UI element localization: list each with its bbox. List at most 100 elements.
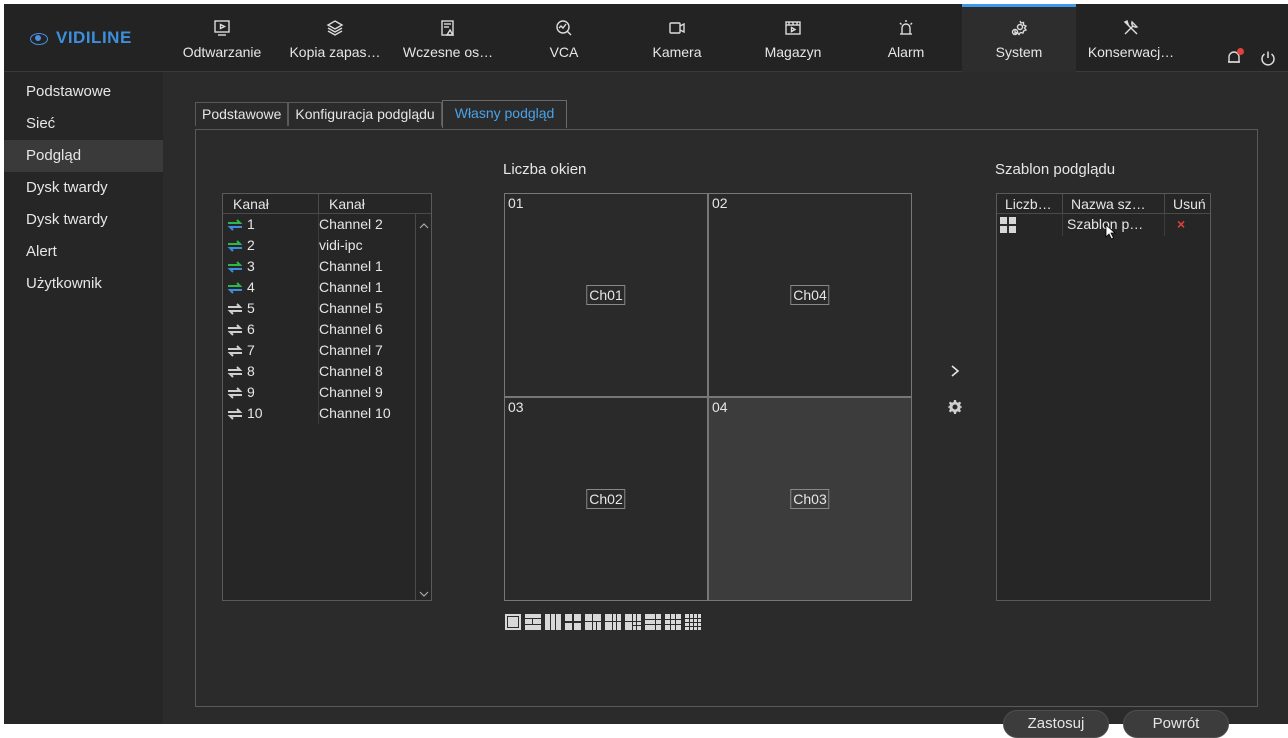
channel-offline-icon — [227, 323, 243, 336]
window-channel-label: Ch02 — [586, 489, 626, 509]
nav-item-system[interactable]: System — [962, 4, 1076, 72]
sidebar-item-alert[interactable]: Alert — [4, 236, 163, 268]
table-row[interactable]: 6 Channel 6 — [223, 319, 431, 340]
channel-online-icon — [227, 281, 243, 294]
preview-window[interactable]: 03 Ch02 — [504, 397, 708, 601]
layout-5-icon[interactable] — [585, 614, 601, 630]
tab-bar: Podstawowe Konfiguracja podglądu Własny … — [195, 100, 568, 130]
layout-6-icon[interactable] — [605, 614, 621, 630]
nav-item-label: Magazyn — [764, 44, 822, 60]
tab-basic[interactable]: Podstawowe — [195, 102, 289, 126]
preview-grid: 01 Ch01 02 Ch04 03 Ch02 04 Ch03 — [504, 193, 912, 601]
window-channel-label: Ch04 — [790, 285, 830, 305]
nav-item-alarm[interactable]: Alarm — [876, 4, 936, 72]
layout-3-icon[interactable] — [545, 614, 561, 630]
column-header[interactable]: Liczb… — [997, 194, 1063, 213]
layout-9-icon[interactable] — [665, 614, 681, 630]
column-header[interactable]: Kanał — [319, 194, 365, 213]
layout-selector — [505, 614, 701, 630]
layout-16-icon[interactable] — [685, 614, 701, 630]
nav-item-maintenance[interactable]: Konserwacj… — [1076, 4, 1186, 72]
layout-1-icon[interactable] — [505, 614, 521, 630]
table-row[interactable]: 3 Channel 1 — [223, 256, 431, 277]
back-button[interactable]: Powrót — [1123, 710, 1229, 738]
tab-custom-preview[interactable]: Własny podgląd — [441, 100, 568, 128]
table-row[interactable]: 8 Channel 8 — [223, 361, 431, 382]
nav-item-vca[interactable]: VCA — [534, 4, 594, 72]
channel-list-table: Kanał Kanał 1 Channel 2 2 vidi-ipc 3 Channel … — [222, 193, 432, 601]
channel-number-cell: 5 — [223, 298, 319, 319]
table-row[interactable]: 10 Channel 10 — [223, 403, 431, 424]
nav-item-playback[interactable]: Odtwarzanie — [176, 4, 268, 72]
layout-4-icon[interactable] — [565, 614, 581, 630]
main-content: Podstawowe Konfiguracja podglądu Własny … — [163, 72, 1288, 738]
channel-number: 10 — [247, 405, 263, 421]
channel-number: 7 — [247, 342, 255, 358]
channel-offline-icon — [227, 407, 243, 420]
chevron-right-icon — [951, 365, 960, 377]
scroll-up-icon[interactable] — [419, 218, 429, 229]
column-header[interactable]: Usuń — [1165, 194, 1210, 213]
table-row[interactable]: 9 Channel 9 — [223, 382, 431, 403]
nav-item-early-warning[interactable]: Wczesne os… — [394, 4, 502, 72]
channel-number-cell: 7 — [223, 340, 319, 361]
column-header[interactable]: Nazwa sz… — [1063, 194, 1165, 213]
channel-online-icon — [227, 260, 243, 273]
delete-icon[interactable]: × — [1165, 214, 1210, 236]
nav-item-label: Alarm — [887, 44, 925, 60]
window-number: 04 — [712, 399, 728, 415]
channel-number-cell: 4 — [223, 277, 319, 298]
nav-item-camera[interactable]: Kamera — [642, 4, 712, 72]
channel-number-cell: 6 — [223, 319, 319, 340]
warning-doc-icon — [438, 18, 458, 38]
channel-offline-icon — [227, 365, 243, 378]
notification-bell-icon[interactable] — [1226, 48, 1244, 66]
nav-item-backup[interactable]: Kopia zapas… — [280, 4, 390, 72]
preview-window[interactable]: 01 Ch01 — [504, 193, 708, 397]
layout-2-icon[interactable] — [525, 614, 541, 630]
table-row[interactable]: 5 Channel 5 — [223, 298, 431, 319]
channel-number: 6 — [247, 321, 255, 337]
table-row[interactable]: 2 vidi-ipc — [223, 235, 431, 256]
scroll-down-icon[interactable] — [419, 586, 429, 597]
save-template-arrow-button[interactable] — [948, 363, 962, 379]
channel-number: 8 — [247, 363, 255, 379]
table-header: Liczb… Nazwa sz… Usuń — [997, 194, 1210, 214]
preview-window-selected[interactable]: 04 Ch03 — [708, 397, 912, 601]
channel-name: Channel 9 — [319, 384, 383, 400]
column-header[interactable]: Kanał — [223, 194, 319, 213]
sidebar-item-user[interactable]: Użytkownik — [4, 268, 163, 300]
template-table: Liczb… Nazwa sz… Usuń Szablon p… × — [996, 193, 1211, 601]
dvr-screen: VIDILINE Odtwarzanie Kopia zapas… Wczesn… — [4, 4, 1288, 738]
layout-8-icon[interactable] — [645, 614, 661, 630]
channel-scrollbar[interactable] — [415, 214, 431, 600]
sidebar-item-hard-disk-2[interactable]: Dysk twardy — [4, 204, 163, 236]
channel-number: 2 — [247, 237, 255, 253]
window-number: 01 — [508, 195, 524, 211]
sidebar-item-hard-disk[interactable]: Dysk twardy — [4, 172, 163, 204]
notification-dot — [1237, 48, 1244, 55]
sidebar-item-preview[interactable]: Podgląd — [4, 140, 163, 172]
nav-item-storage[interactable]: Magazyn — [756, 4, 830, 72]
apply-button[interactable]: Zastosuj — [1003, 710, 1109, 738]
gear-icon — [948, 400, 962, 414]
tab-preview-config[interactable]: Konfiguracja podglądu — [288, 102, 442, 126]
sidebar-item-basic[interactable]: Podstawowe — [4, 76, 163, 108]
settings-gear-button[interactable] — [948, 400, 962, 414]
backup-icon — [325, 18, 345, 38]
window-channel-label: Ch01 — [586, 285, 626, 305]
alarm-icon — [896, 18, 916, 38]
channel-name: Channel 6 — [319, 321, 383, 337]
storage-icon — [783, 18, 803, 38]
table-row[interactable]: 4 Channel 1 — [223, 277, 431, 298]
nav-item-label: Kopia zapas… — [289, 44, 381, 60]
table-row[interactable]: 7 Channel 7 — [223, 340, 431, 361]
channel-number: 4 — [247, 279, 255, 295]
channel-number: 1 — [247, 216, 255, 232]
table-row[interactable]: Szablon p… × — [997, 214, 1210, 236]
power-icon[interactable] — [1260, 50, 1276, 66]
table-row[interactable]: 1 Channel 2 — [223, 214, 431, 235]
sidebar-item-network[interactable]: Sieć — [4, 108, 163, 140]
layout-7-icon[interactable] — [625, 614, 641, 630]
preview-window[interactable]: 02 Ch04 — [708, 193, 912, 397]
